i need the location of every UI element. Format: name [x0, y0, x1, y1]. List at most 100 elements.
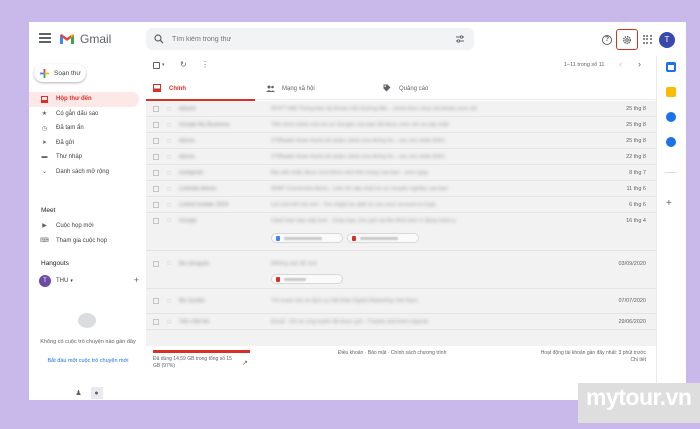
star-icon[interactable]: ☆: [166, 201, 172, 209]
contacts-icon[interactable]: [666, 137, 676, 147]
row-checkbox[interactable]: [153, 153, 159, 160]
row-checkbox[interactable]: [153, 185, 159, 192]
nav-item-drafts[interactable]: ▬ Thư nháp: [29, 150, 139, 165]
email-sender: Bin Kyokin: [179, 298, 205, 304]
star-icon[interactable]: ☆: [166, 169, 172, 177]
tab-promotions[interactable]: Quảng cáo: [376, 78, 496, 100]
email-row[interactable]: ☆ tafusrit WVFT Mãi Thông báo tài khoản …: [146, 101, 656, 117]
star-icon[interactable]: ☆: [166, 297, 172, 305]
email-row[interactable]: ☆ Linked Invitatn 2024 Lời mời kết nối m…: [146, 197, 656, 213]
hangouts-section-title: Hangouts: [41, 260, 69, 267]
more-options-icon[interactable]: ⋮: [201, 60, 209, 69]
email-date: 07/07/2020: [618, 298, 646, 304]
email-row[interactable]: ☆ Google Cảnh báo bảo mật mới - Chào bạn…: [146, 213, 656, 251]
row-checkbox[interactable]: [153, 121, 159, 128]
attachment-chip[interactable]: [271, 274, 343, 284]
app-name: Gmail: [80, 32, 112, 46]
row-checkbox[interactable]: [153, 218, 159, 224]
tab-label: Mạng xã hội: [282, 86, 315, 92]
star-icon[interactable]: ☆: [166, 259, 172, 267]
email-subject: Email - Hồ sơ ứng tuyển đã được gửi - Th…: [271, 318, 429, 325]
gmail-m-icon: [60, 34, 74, 44]
email-row[interactable]: ☆ Bin Kyokin Tôi muốn hỏi về dịch vụ Hội…: [146, 289, 656, 314]
email-sender: Instagram: [179, 169, 204, 176]
email-sender: Tiến Việt Hà: [179, 318, 209, 325]
hangouts-icon[interactable]: ●: [90, 387, 103, 399]
star-icon[interactable]: ☆: [166, 318, 172, 326]
attachment-chip[interactable]: [271, 233, 343, 243]
keep-icon[interactable]: [666, 87, 676, 97]
add-chat-icon[interactable]: +: [134, 275, 139, 285]
nav-item-more[interactable]: ⌄ Danh sách mở rộng: [29, 165, 139, 180]
list-toolbar: ▾ ↻ ⋮ 1–11 trong số 11 ‹ ›: [146, 56, 656, 74]
tab-social[interactable]: Mạng xã hội: [259, 78, 376, 100]
row-checkbox[interactable]: [153, 318, 159, 325]
search-bar[interactable]: [146, 28, 474, 50]
prev-page-icon[interactable]: ‹: [619, 59, 622, 69]
select-menu-caret-icon[interactable]: ▾: [162, 62, 165, 68]
row-checkbox[interactable]: [153, 201, 159, 208]
row-checkbox[interactable]: [153, 261, 159, 267]
meet-join-meeting[interactable]: ⌨ Tham gia cuộc họp: [40, 237, 108, 245]
gmail-logo[interactable]: Gmail: [59, 32, 111, 46]
row-checkbox[interactable]: [153, 169, 159, 176]
email-row[interactable]: ☆ ebonic ZYRbabk Hoàn thành bộ phận chỉn…: [146, 149, 656, 165]
nav-item-inbox[interactable]: Hộp thư đến: [29, 92, 139, 107]
star-icon[interactable]: ☆: [166, 121, 172, 129]
star-icon[interactable]: ☆: [166, 105, 172, 113]
main-menu-icon[interactable]: [39, 33, 51, 43]
nav-item-snoozed[interactable]: ◷ Đã tạm ẩn: [29, 121, 139, 136]
email-row[interactable]: ☆ Bin phvgadv Những vấn đề mới 03/09/202…: [146, 251, 656, 289]
select-all-checkbox[interactable]: [153, 62, 160, 69]
keyboard-icon: ⌨: [40, 238, 49, 244]
tasks-icon[interactable]: [666, 112, 676, 122]
pdf-icon: [276, 276, 280, 282]
start-chat-link[interactable]: Bắt đầu một cuộc trò chuyện mới: [37, 358, 139, 364]
row-checkbox[interactable]: [153, 298, 159, 304]
refresh-icon[interactable]: ↻: [180, 60, 187, 69]
tab-primary[interactable]: Chính: [146, 78, 259, 101]
row-checkbox[interactable]: [153, 105, 159, 112]
clock-icon: ◷: [41, 125, 48, 132]
email-row[interactable]: ☆ Google My Business Tiến trình chỉnh sử…: [146, 117, 656, 133]
settings-button[interactable]: [616, 29, 638, 50]
nav-item-sent[interactable]: ➤ Đã gửi: [29, 136, 139, 151]
email-sender: Linkedin Admin: [179, 185, 217, 192]
row-checkbox[interactable]: [153, 137, 159, 144]
email-row[interactable]: ☆ Linkedin Admin WWF Connected Alerts - …: [146, 181, 656, 197]
search-icon[interactable]: [154, 34, 164, 44]
search-options-icon[interactable]: [455, 34, 465, 44]
image-icon: [352, 235, 356, 241]
search-input[interactable]: [172, 35, 422, 43]
star-icon[interactable]: ☆: [166, 185, 172, 193]
nav-item-starred[interactable]: ★ Có gắn dấu sao: [29, 107, 139, 122]
chevron-down-icon[interactable]: ▾: [70, 278, 73, 284]
email-date: 16 thg 4: [626, 218, 646, 224]
calendar-icon[interactable]: [666, 62, 676, 72]
meet-new-meeting[interactable]: ▶ Cuộc họp mới: [41, 222, 93, 230]
star-icon[interactable]: ☆: [166, 153, 172, 161]
compose-button[interactable]: Soạn thư: [34, 64, 86, 82]
attachment-chip[interactable]: [347, 233, 419, 243]
hangouts-user[interactable]: T THU ▾ +: [39, 275, 139, 287]
star-icon[interactable]: ☆: [166, 216, 172, 224]
email-row[interactable]: ☆ Tiến Việt Hà Email - Hồ sơ ứng tuyển đ…: [146, 314, 656, 330]
person-icon[interactable]: ♟: [73, 387, 85, 399]
footer-links[interactable]: Điều khoản · Bảo mật · Chính sách chương…: [338, 350, 446, 356]
meet-item-label: Tham gia cuộc họp: [56, 237, 108, 244]
account-avatar[interactable]: T: [659, 32, 675, 48]
email-row[interactable]: ☆ Instagram Bài viết nhận được lượt thíc…: [146, 165, 656, 181]
storage-usage-bar: [153, 350, 250, 353]
email-date: 25 thg 8: [626, 137, 646, 144]
open-in-new-icon[interactable]: ↗: [242, 359, 248, 367]
star-icon[interactable]: ☆: [166, 137, 172, 145]
nav-label: Danh sách mở rộng: [56, 168, 109, 175]
help-icon[interactable]: ?: [602, 35, 612, 45]
activity-text: Hoạt động tài khoản gần đây nhất: 3 phút…: [540, 350, 646, 356]
next-page-icon[interactable]: ›: [638, 59, 641, 69]
activity-details-link[interactable]: Chi tiết: [541, 357, 646, 364]
email-subject: Lời mời kết nối mới - You might be able …: [271, 201, 436, 208]
add-on-plus-icon[interactable]: +: [666, 198, 672, 209]
email-row[interactable]: ☆ ebonic ZYRbabk Hoàn thành bộ phận chỉn…: [146, 133, 656, 149]
apps-grid-icon[interactable]: [643, 35, 652, 44]
